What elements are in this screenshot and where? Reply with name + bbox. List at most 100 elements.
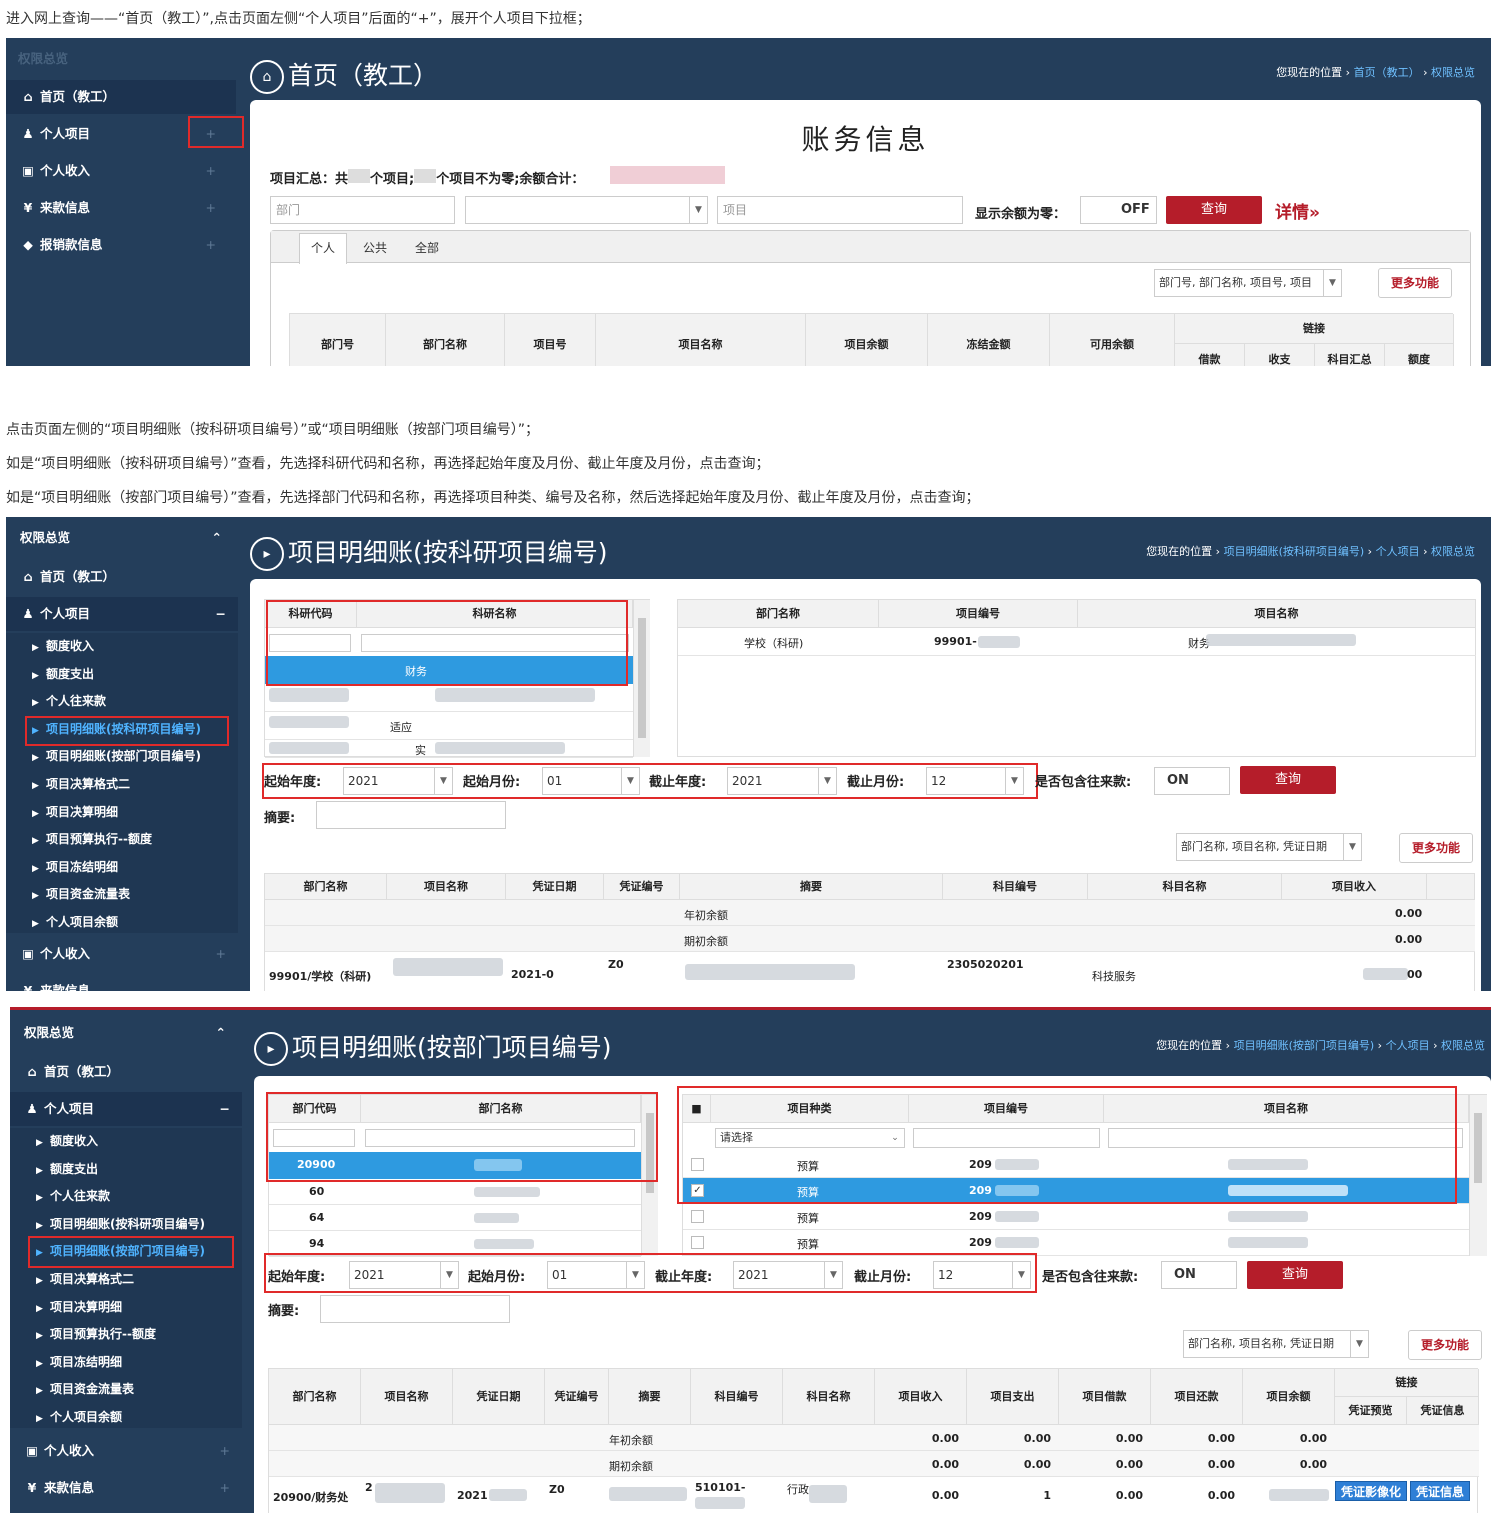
sidebar-item-funds[interactable]: ¥ 来款信息 +: [6, 191, 236, 225]
table-row[interactable]: 20900/财务处 2 2021 Z0 510101- 行政 0.00 1 0.00 0.00 凭证…: [269, 1477, 1479, 1513]
sidebar-item-home[interactable]: ⌂ 首页（教工）: [6, 80, 236, 114]
sidebar-subitem[interactable]: ▶ 项目资金流量表: [6, 881, 238, 908]
voucher-info-button[interactable]: 凭证信息: [1410, 1481, 1470, 1501]
sidebar-subitem[interactable]: ▶ 项目预算执行--额度: [10, 1321, 242, 1348]
table-row[interactable]: 期初余额 0.00 0.00 0.00 0.00 0.00: [269, 1451, 1479, 1477]
detail-link[interactable]: 详情»: [1275, 198, 1320, 223]
sidebar-header: 权限总览 ⌃: [24, 1016, 234, 1050]
include-toggle[interactable]: ON: [1154, 767, 1230, 795]
instruction-step1: 进入网上查询——“首页（教工）”,点击页面左侧“个人项目”后面的“+”，展开个人…: [6, 11, 591, 27]
caret-right-icon: ▶: [36, 1386, 43, 1397]
sidebar-item-income[interactable]: ▣ 个人收入 +: [6, 154, 236, 188]
screenshot-home: 权限总览 ⌂ 首页（教工） ♟ 个人项目 + ▣ 个人收入 + ¥ 来款信息 + ◆ 报销款信息…: [6, 38, 1491, 366]
scrollbar[interactable]: [1469, 1095, 1487, 1256]
include-toggle[interactable]: ON: [1161, 1261, 1237, 1289]
table-row[interactable]: 64: [269, 1205, 641, 1231]
user-icon: ♟: [22, 126, 34, 141]
highlight-research-ledger: [25, 716, 229, 746]
project-input[interactable]: 项目: [717, 196, 963, 224]
sidebar-item-funds[interactable]: ¥ 来款信息 +: [10, 1471, 242, 1505]
sidebar-subitem[interactable]: ▶ 项目决算明细: [10, 1294, 242, 1321]
sidebar-subitem[interactable]: ▶ 项目决算格式二: [6, 771, 238, 798]
sidebar-subitem[interactable]: ▶ 额度支出: [6, 661, 238, 688]
sidebar-subitem[interactable]: ▶ 项目决算格式二: [10, 1266, 242, 1293]
sidebar-subitem[interactable]: ▶ 项目决算明细: [6, 799, 238, 826]
query-button[interactable]: 查询: [1166, 196, 1262, 224]
sidebar-subitem[interactable]: ▶ 额度支出: [10, 1156, 242, 1183]
table-row[interactable]: [265, 684, 633, 712]
start-year-select[interactable]: 2021 ▼: [349, 1261, 459, 1289]
end-month-select[interactable]: 12 ▼: [926, 767, 1024, 795]
start-month-select[interactable]: 01 ▼: [542, 767, 640, 795]
search-field-select[interactable]: 部门名称, 项目名称, 凭证日期 ▼: [1183, 1330, 1369, 1358]
summary-input[interactable]: [320, 1295, 510, 1323]
dept-input[interactable]: 部门: [270, 196, 455, 224]
caret-right-icon: ▶: [32, 836, 39, 847]
sidebar-subitem[interactable]: ▶ 项目资金流量表: [10, 1376, 242, 1403]
row-checkbox[interactable]: [691, 1210, 704, 1223]
collapse-icon: ⌃: [215, 1025, 226, 1040]
table-row[interactable]: 期初余额 0.00: [265, 926, 1475, 952]
end-year-select[interactable]: 2021 ▼: [727, 767, 837, 795]
caret-right-icon: ▶: [36, 1303, 43, 1314]
sidebar-subitem[interactable]: ▶ 项目冻结明细: [10, 1349, 242, 1376]
more-functions-button[interactable]: 更多功能: [1378, 268, 1452, 298]
scrollbar[interactable]: [633, 600, 650, 757]
sidebar-item-funds[interactable]: ¥ 来款信息: [6, 974, 238, 991]
end-year-select[interactable]: 2021 ▼: [733, 1261, 843, 1289]
sidebar-subitem[interactable]: ▶ 项目明细账(按科研项目编号): [10, 1211, 242, 1238]
dept-select[interactable]: ▼: [465, 196, 708, 224]
sidebar-submenu: ▶ 额度收入 ▶ 额度支出 ▶ 个人往来款 ▶ 项目明细账(按科研项目编号) ▶ 项目明细账(按部…: [6, 633, 238, 933]
sidebar-subitem[interactable]: ▶ 额度收入: [10, 1128, 242, 1155]
summary-input[interactable]: [316, 801, 506, 829]
sidebar-subitem[interactable]: ▶ 项目明细账(按部门项目编号): [6, 743, 238, 770]
caret-right-icon: ▶: [36, 1138, 43, 1148]
start-month-select[interactable]: 01 ▼: [547, 1261, 645, 1289]
table-row[interactable]: 预算 209: [683, 1204, 1469, 1230]
table-row[interactable]: 年初余额 0.00: [265, 900, 1475, 926]
table-row[interactable]: 60: [269, 1179, 641, 1205]
query-button[interactable]: 查询: [1247, 1261, 1343, 1289]
sidebar-subitem[interactable]: ▶ 个人往来款: [6, 688, 238, 715]
page-title: ▸ 项目明细账(按部门项目编号): [254, 1028, 612, 1066]
table-row[interactable]: 年初余额 0.00 0.00 0.00 0.00 0.00: [269, 1425, 1479, 1451]
page-title: ▸ 项目明细账(按科研项目编号): [250, 533, 608, 571]
sidebar-subitem[interactable]: ▶ 个人项目余额: [10, 1404, 242, 1431]
search-field-select[interactable]: 部门名称, 项目名称, 凭证日期 ▼: [1176, 833, 1362, 861]
tab-all[interactable]: 全部: [415, 239, 439, 256]
more-functions-button[interactable]: 更多功能: [1408, 1330, 1482, 1360]
end-month-select[interactable]: 12 ▼: [933, 1261, 1031, 1289]
sidebar-item-home[interactable]: ⌂ 首页（教工）: [10, 1055, 120, 1089]
start-year-select[interactable]: 2021 ▼: [343, 767, 453, 795]
sidebar-item-home[interactable]: ⌂ 首页（教工）: [6, 560, 116, 594]
query-button[interactable]: 查询: [1240, 766, 1336, 794]
row-checkbox[interactable]: [691, 1236, 704, 1249]
table-row[interactable]: 学校（科研) 99901- 财务: [678, 628, 1476, 656]
table-row[interactable]: 99901/学校（科研) 2021-0 Z0 2305020201 科技服务 00: [265, 952, 1475, 991]
collapse-minus-icon: −: [219, 1101, 230, 1116]
account-table-header: 部门号 部门名称 项目号 项目名称 项目余额 冻结金额 可用余额 链接 借款 收…: [289, 313, 1454, 366]
chevron-down-icon: ▼: [689, 197, 707, 223]
sidebar-item-reimburse[interactable]: ◆ 报销款信息 +: [6, 228, 236, 262]
zero-balance-toggle[interactable]: OFF: [1080, 196, 1157, 224]
sidebar-item-income[interactable]: ▣ 个人收入 +: [6, 937, 238, 971]
sidebar-item-income[interactable]: ▣ 个人收入 +: [10, 1434, 242, 1468]
home-circle-icon: ⌂: [250, 60, 284, 94]
sidebar-submenu: ▶ 额度收入 ▶ 额度支出 ▶ 个人往来款 ▶ 项目明细账(按科研项目编号) ▶ 项目明细账(按部…: [10, 1128, 242, 1428]
screenshot-research-ledger: 权限总览 ⌃ ⌂ 首页（教工） ♟ 个人项目 − ▶ 额度收入 ▶ 额度支出 ▶ 个人往来款 ▶ 项目…: [6, 517, 1491, 991]
tab-public[interactable]: 公共: [363, 239, 387, 256]
sidebar-subitem[interactable]: ▶ 项目冻结明细: [6, 854, 238, 881]
caret-right-icon: ▶: [32, 670, 39, 681]
sidebar-subitem[interactable]: ▶ 项目预算执行--额度: [6, 826, 238, 853]
tab-personal[interactable]: 个人: [299, 233, 347, 264]
search-field-select[interactable]: 部门号, 部门名称, 项目号, 项目 ▼: [1154, 269, 1342, 297]
sidebar-item-personal-project[interactable]: ♟ 个人项目 −: [10, 1092, 242, 1126]
sidebar-subitem[interactable]: ▶ 额度收入: [6, 633, 238, 660]
more-functions-button[interactable]: 更多功能: [1399, 833, 1473, 863]
voucher-image-button[interactable]: 凭证影像化: [1335, 1481, 1407, 1501]
sidebar-subitem[interactable]: ▶ 个人项目余额: [6, 909, 238, 936]
sidebar-item-personal-project[interactable]: ♟ 个人项目 −: [6, 597, 238, 631]
sidebar-subitem[interactable]: ▶ 个人往来款: [10, 1183, 242, 1210]
money-icon: ▣: [26, 1443, 38, 1458]
tag-icon: ◆: [23, 237, 33, 252]
